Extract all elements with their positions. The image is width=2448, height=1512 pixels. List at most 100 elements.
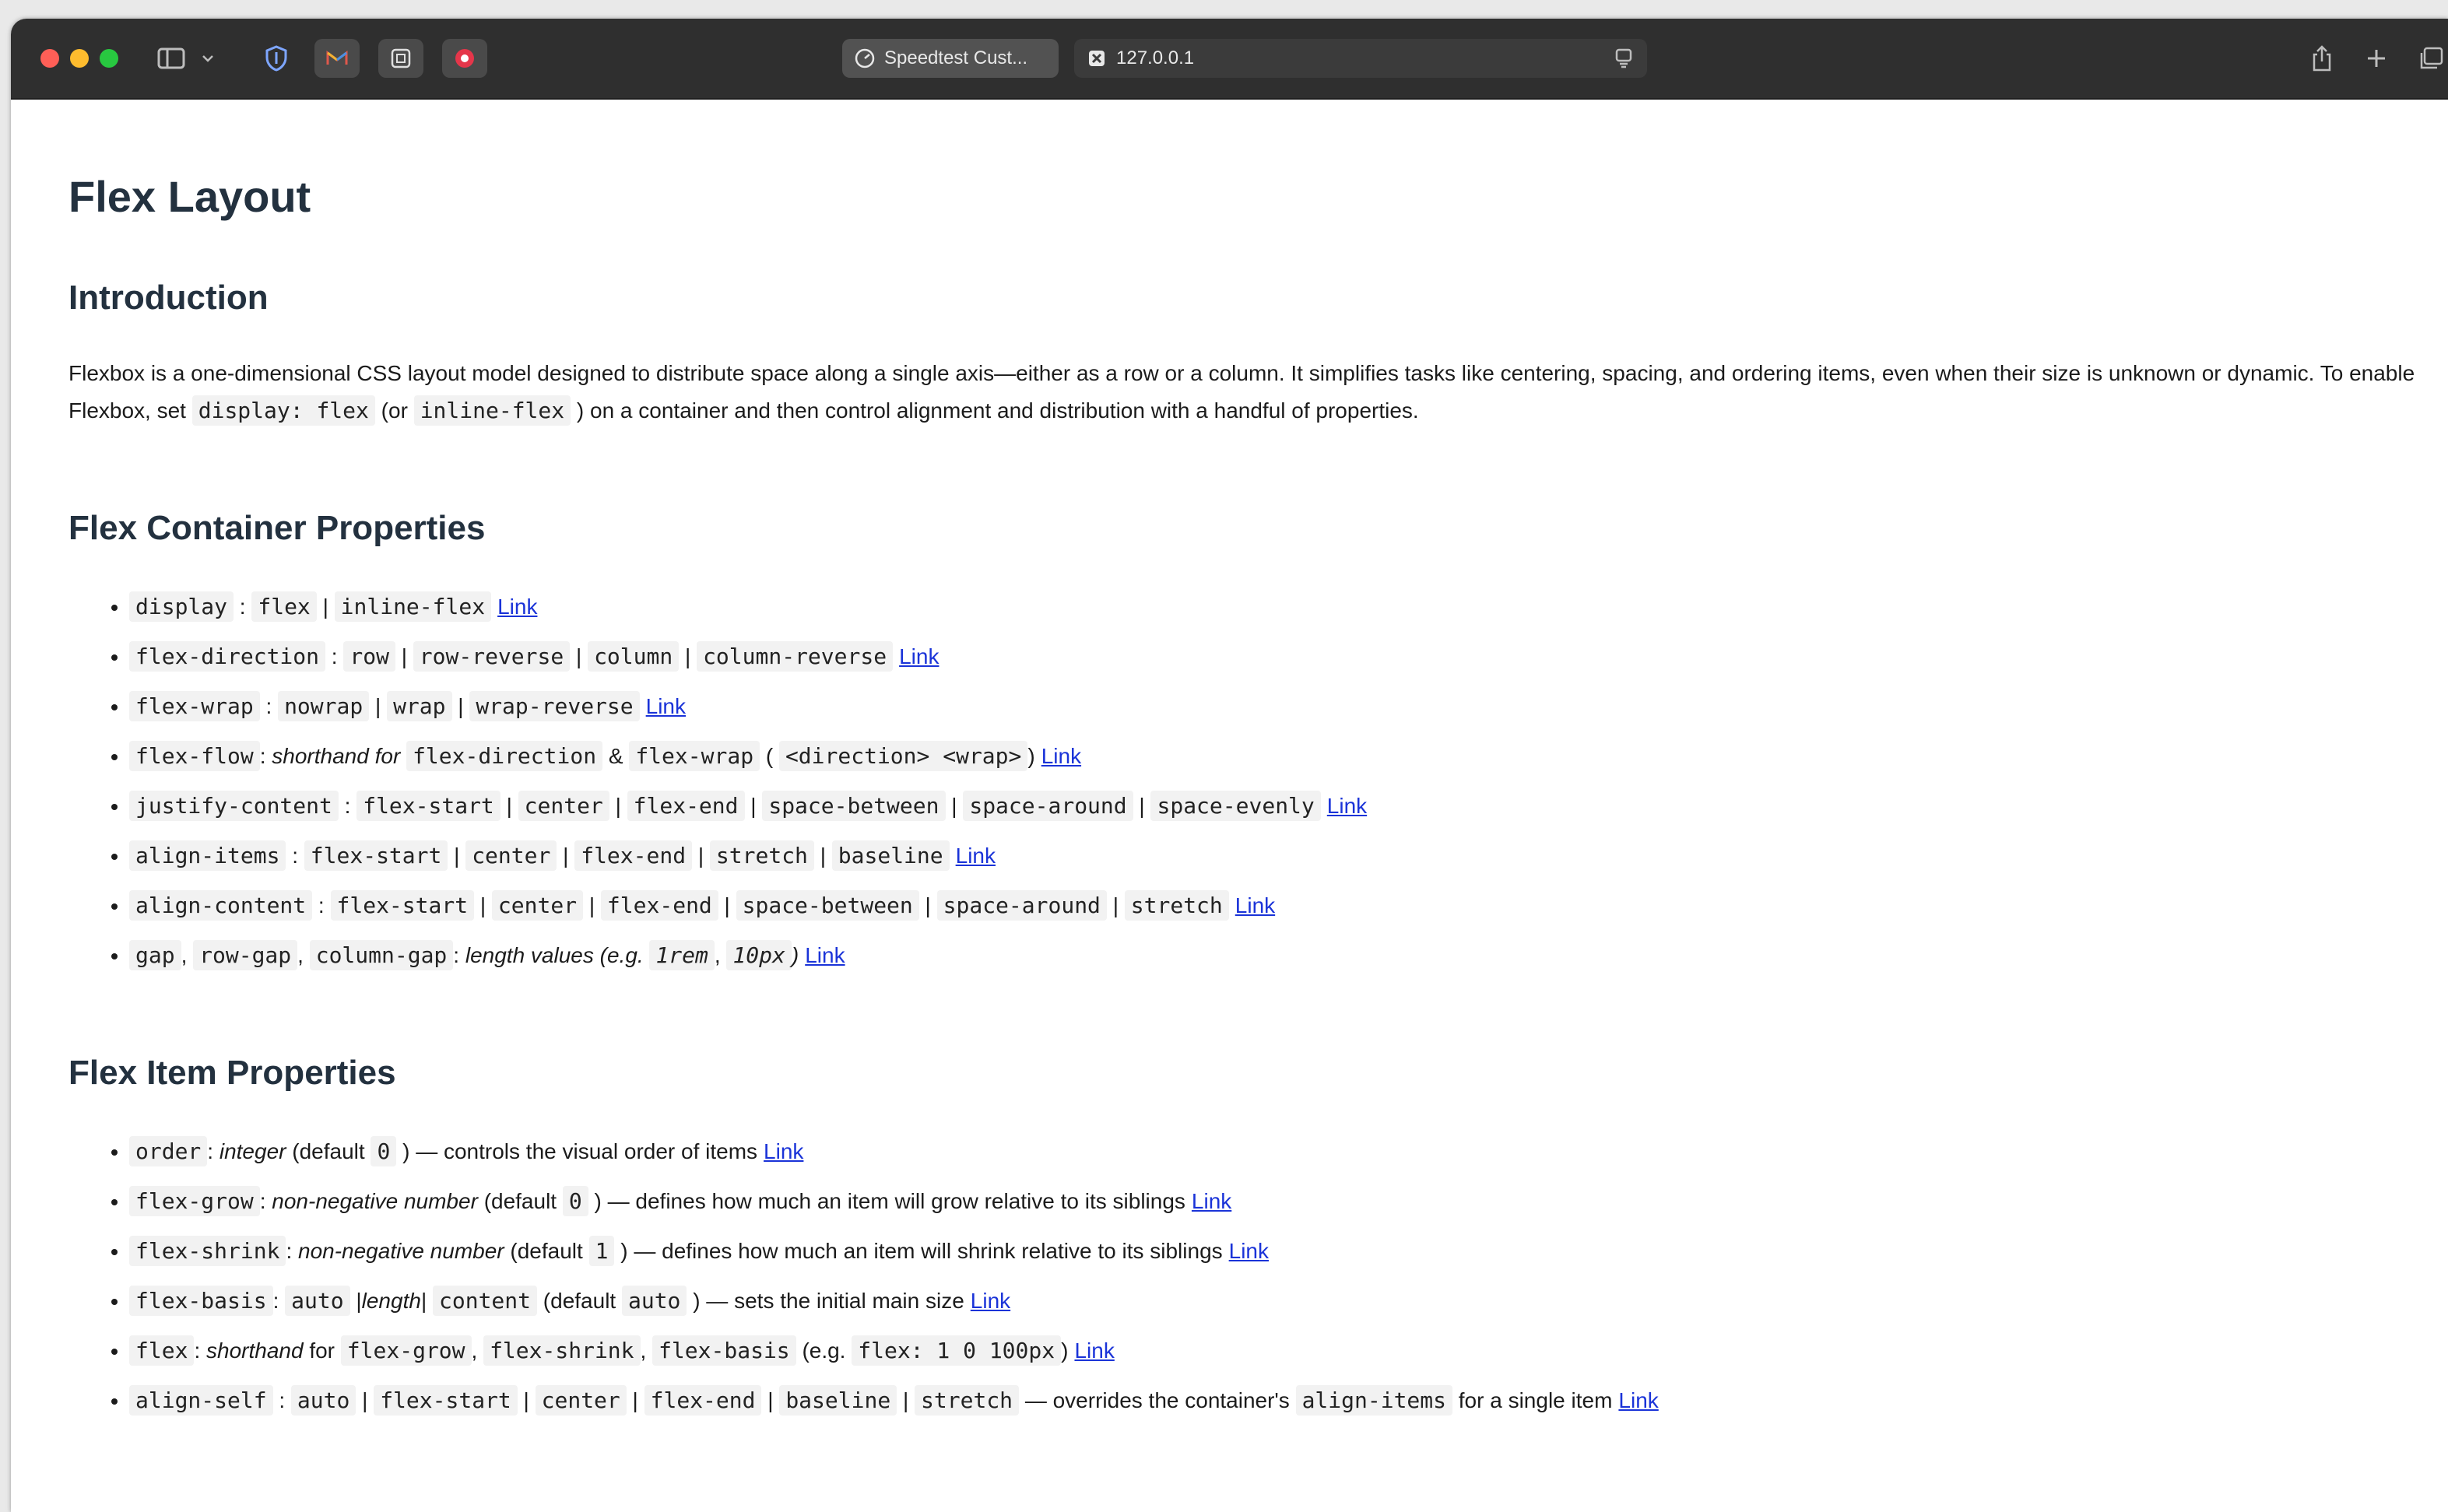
code-value: flex-start	[356, 791, 500, 821]
link[interactable]: Link	[805, 943, 845, 967]
separator-text: &	[608, 744, 623, 768]
description-text: ) — defines how much an item will grow r…	[594, 1189, 1185, 1213]
separator-text: :	[272, 1388, 291, 1412]
code-property-name: row-gap	[193, 940, 298, 970]
description-text: — overrides the container's	[1024, 1388, 1290, 1412]
link[interactable]: Link	[899, 644, 939, 668]
code-value: baseline	[779, 1385, 897, 1416]
code-value: flex-start	[304, 840, 448, 871]
chevron-down-icon[interactable]	[196, 40, 220, 76]
link[interactable]: Link	[1235, 893, 1275, 917]
link[interactable]: Link	[646, 694, 686, 718]
separator-text: :	[259, 1189, 266, 1213]
code-value: flex-start	[330, 890, 475, 921]
list-item: display : flex | inline-flexLink	[129, 582, 1367, 632]
new-tab-plus-icon[interactable]	[2358, 40, 2394, 76]
description-text: length values (e.g.	[465, 943, 644, 967]
separator-text: |	[570, 644, 588, 668]
flex-item-heading: Flex Item Properties	[68, 1054, 396, 1092]
separator-text: |	[1106, 893, 1125, 917]
separator-text: |	[420, 1289, 427, 1313]
separator-text: |	[813, 844, 832, 868]
link[interactable]: Link	[497, 595, 537, 619]
separator-text: ,	[471, 1338, 478, 1363]
mail-extension-icon[interactable]	[314, 39, 360, 78]
separator-text: ,	[714, 943, 721, 967]
tab-label: 127.0.0.1	[1116, 47, 1195, 68]
code-property-name: flex	[129, 1335, 195, 1366]
separator-text: |	[395, 644, 413, 668]
link[interactable]: Link	[1074, 1338, 1114, 1363]
screenshot-extension-icon[interactable]	[378, 39, 423, 78]
code-value: nowrap	[278, 691, 370, 721]
close-window-button[interactable]	[40, 49, 59, 68]
link[interactable]: Link	[956, 844, 996, 868]
separator-text: :	[325, 644, 344, 668]
code-value: space-between	[736, 890, 919, 921]
link[interactable]: Link	[1192, 1189, 1231, 1213]
code-value: stretch	[709, 840, 814, 871]
link[interactable]: Link	[764, 1139, 803, 1163]
shield-icon[interactable]	[258, 40, 294, 76]
list-item: flex-direction : row | row-reverse | col…	[129, 632, 1367, 682]
tab-localhost[interactable]: 127.0.0.1	[1074, 39, 1647, 78]
code-value: flex-end	[627, 791, 745, 821]
code-value: 10px	[726, 940, 792, 970]
link[interactable]: Link	[971, 1289, 1010, 1313]
separator-text: |	[356, 1388, 374, 1412]
separator-text: |	[897, 1388, 915, 1412]
container-properties-list: display : flex | inline-flexLink flex-di…	[58, 582, 1367, 981]
description-text: (e.g.	[802, 1338, 846, 1363]
reader-view-icon[interactable]	[1614, 48, 1633, 74]
code-property-name: flex-flow	[129, 741, 260, 771]
speedtest-favicon-icon	[853, 47, 876, 70]
code-value: auto	[290, 1385, 356, 1416]
list-item: align-self : auto | flex-start | center …	[129, 1376, 1659, 1426]
link[interactable]: Link	[1327, 794, 1367, 818]
code-property-name: align-self	[129, 1385, 273, 1416]
code-value: baseline	[831, 840, 950, 871]
code-value: stretch	[1124, 890, 1229, 921]
sidebar-toggle-icon[interactable]	[153, 40, 190, 76]
separator-text: :	[259, 744, 272, 768]
description-text: integer	[219, 1139, 286, 1163]
description-text: (default	[510, 1239, 583, 1263]
code-property-name: justify-content	[129, 791, 339, 821]
separator-text: |	[679, 644, 697, 668]
intro-text: ) on a container and then control alignm…	[576, 398, 1419, 423]
separator-text: )	[1061, 1338, 1069, 1363]
share-icon[interactable]	[2304, 40, 2340, 76]
code-value: <direction> <wrap>	[778, 741, 1028, 771]
list-item: justify-content : flex-start | center | …	[129, 781, 1367, 831]
code-value: center	[535, 1385, 627, 1416]
code-property-name: flex-wrap	[129, 691, 260, 721]
link[interactable]: Link	[1229, 1239, 1269, 1263]
code-value: space-around	[963, 791, 1133, 821]
code-value: row	[343, 641, 395, 672]
description-text: for	[309, 1338, 335, 1363]
code-value: flex-start	[374, 1385, 518, 1416]
code-value: 0	[371, 1136, 397, 1166]
code-inline-flex: inline-flex	[413, 395, 571, 426]
link[interactable]: Link	[1618, 1388, 1658, 1412]
code-value: inline-flex	[334, 591, 492, 622]
code-value: row-reverse	[413, 641, 571, 672]
tab-speedtest[interactable]: Speedtest Cust...	[842, 39, 1059, 78]
separator-text: ,	[297, 943, 304, 967]
separator-text: |	[761, 1388, 780, 1412]
separator-text: |	[316, 595, 335, 619]
link[interactable]: Link	[1041, 744, 1081, 768]
separator-text: |	[474, 893, 492, 917]
list-item: flex-wrap : nowrap | wrap | wrap-reverse…	[129, 682, 1367, 731]
description-text: ) — controls the visual order of items	[402, 1139, 758, 1163]
separator-text: |	[583, 893, 601, 917]
tab-label: Speedtest Cust...	[884, 47, 1028, 68]
code-value: stretch	[915, 1385, 1020, 1416]
description-text: (default	[292, 1139, 365, 1163]
tab-overview-icon[interactable]	[2413, 40, 2448, 76]
record-extension-icon[interactable]	[442, 39, 487, 78]
code-value: auto	[285, 1286, 350, 1316]
minimize-window-button[interactable]	[70, 49, 89, 68]
separator-text: |	[517, 1388, 536, 1412]
maximize-window-button[interactable]	[100, 49, 118, 68]
